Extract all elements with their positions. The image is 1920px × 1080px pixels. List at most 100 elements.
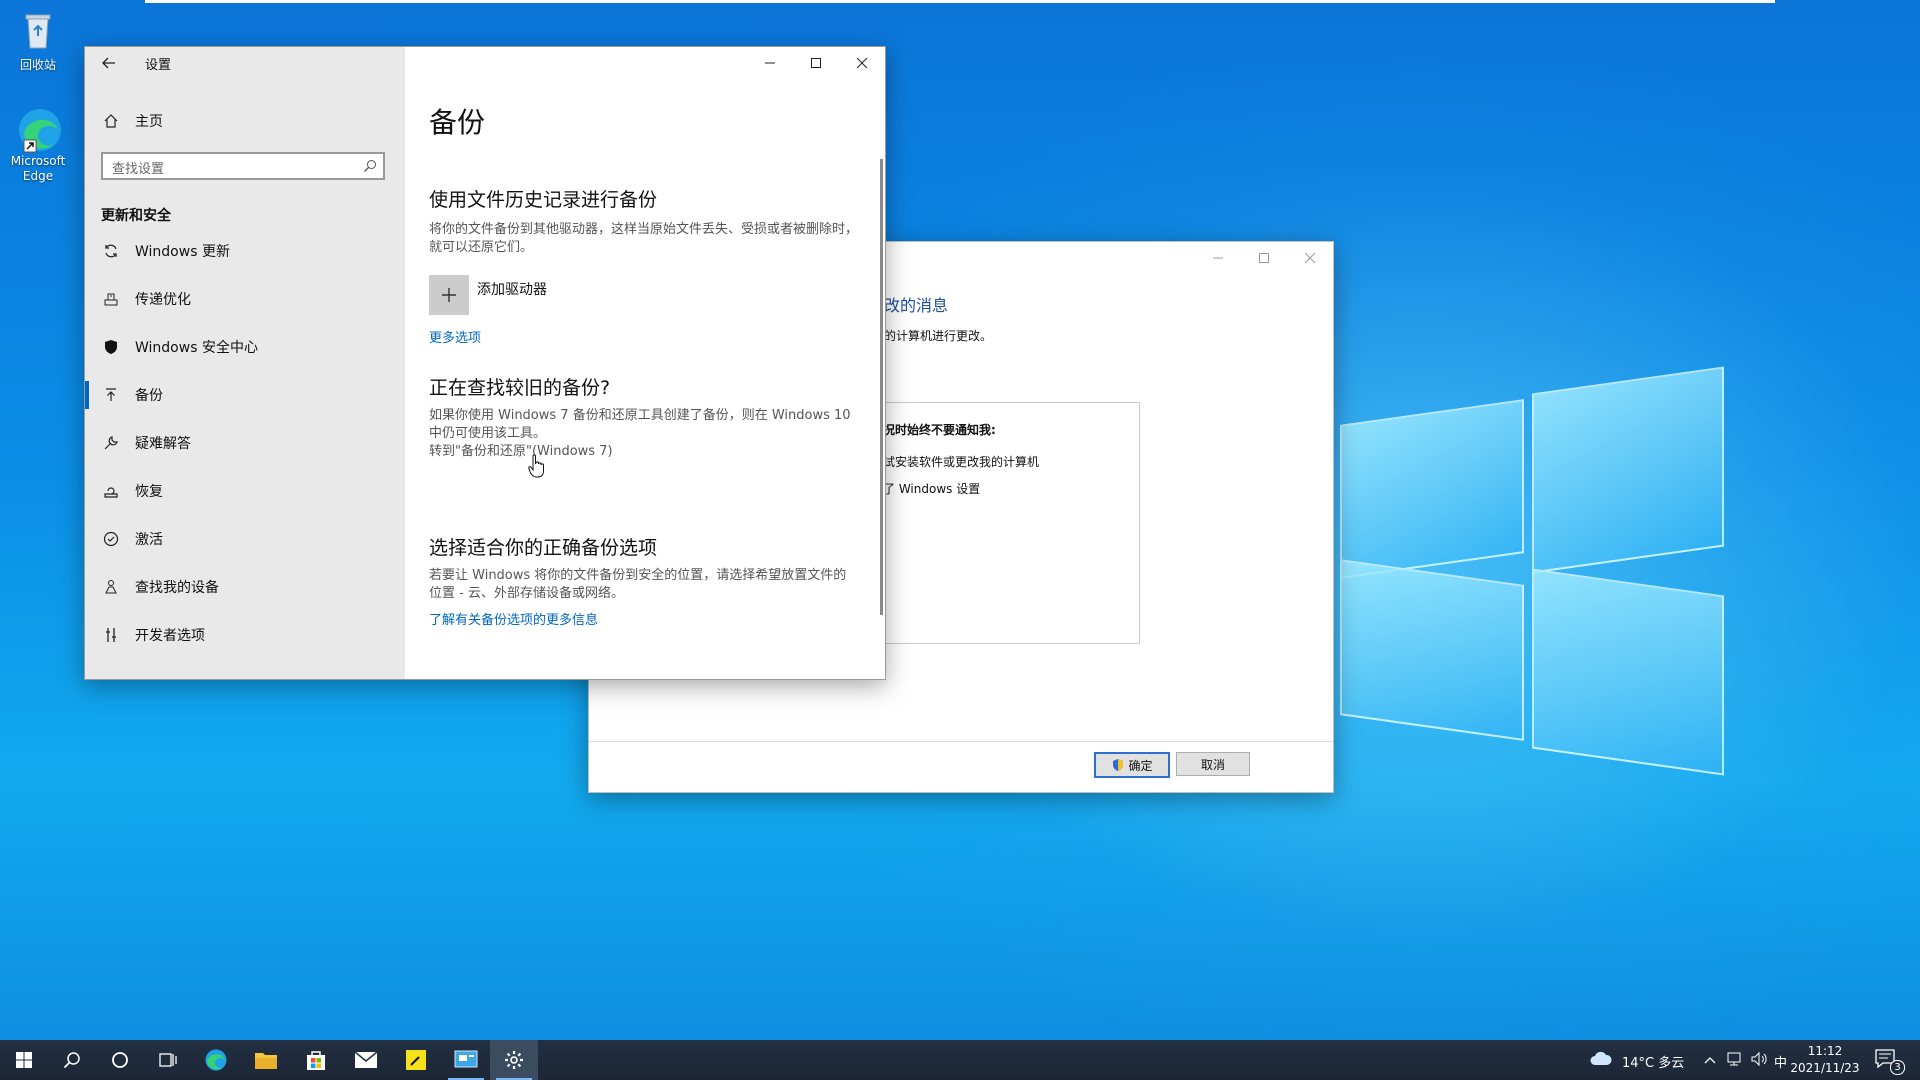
ok-button-label: 确定 <box>1128 758 1153 773</box>
store-bag-icon <box>307 1051 325 1070</box>
wrench-icon <box>101 433 121 453</box>
nav-find-my-device[interactable]: 查找我的设备 <box>85 567 405 607</box>
sync-icon <box>101 241 121 261</box>
uac-box-line: 了 Windows 设置 <box>883 482 981 496</box>
nav-home[interactable]: 主页 <box>85 101 405 141</box>
taskbar-control-panel-button[interactable] <box>442 1040 490 1080</box>
control-panel-icon <box>454 1050 478 1068</box>
taskbar-settings-button[interactable] <box>490 1040 538 1080</box>
weather-text[interactable]: 14°C 多云 <box>1622 1052 1684 1071</box>
taskbar-file-explorer-button[interactable] <box>242 1040 290 1080</box>
desktop-icon-edge[interactable]: Microsoft Edge <box>0 106 78 184</box>
nav-developer-options[interactable]: 开发者选项 <box>85 615 405 655</box>
taskbar-search-button[interactable] <box>48 1040 96 1080</box>
uac-footer: 确定 取消 <box>589 741 1333 792</box>
nav-recovery[interactable]: 恢复 <box>85 471 405 511</box>
minimize-icon <box>765 62 775 64</box>
clock-time: 11:12 <box>1807 1044 1843 1058</box>
nav-backup[interactable]: 备份 <box>85 375 405 415</box>
backup-options-description: 若要让 Windows 将你的文件备份到安全的位置，请选择希望放置文件的位置 -… <box>429 568 847 601</box>
file-history-heading: 使用文件历史记录进行备份 <box>429 189 658 211</box>
nav-windows-security[interactable]: Windows 安全中心 <box>85 327 405 367</box>
learn-more-backup-link[interactable]: 了解有关备份选项的更多信息 <box>429 609 598 628</box>
close-icon <box>856 57 868 69</box>
developer-icon <box>101 625 121 645</box>
minimize-button[interactable] <box>1195 242 1241 274</box>
back-button[interactable] <box>85 47 133 79</box>
add-drive-label[interactable]: 添加驱动器 <box>477 279 547 299</box>
close-icon <box>1304 252 1316 264</box>
clock[interactable]: 11:12 2021/11/23 <box>1790 1043 1860 1077</box>
nav-item-label: 激活 <box>135 532 163 548</box>
uac-level-description-box: 况时始终不要通知我: 试安装软件或更改我的计算机 了 Windows 设置 . <box>883 402 1140 644</box>
maximize-button[interactable] <box>793 47 839 79</box>
edge-icon <box>205 1049 227 1071</box>
settings-content-pane: 备份 使用文件历史记录进行备份 将你的文件备份到其他驱动器，这样当原始文件丢失、… <box>405 47 885 679</box>
nav-home-label: 主页 <box>135 114 163 130</box>
mail-icon <box>354 1051 378 1068</box>
settings-nav-pane: 设置 主页 查找设置 更新和安全 Windows 更新 传递优化 Windows… <box>85 47 405 679</box>
windows-start-icon <box>16 1052 32 1068</box>
page-title: 备份 <box>429 106 486 139</box>
add-drive-button[interactable] <box>429 275 469 315</box>
search-placeholder: 查找设置 <box>112 162 165 177</box>
desktop-icon-label: Microsoft Edge <box>10 154 66 183</box>
taskbar-sticky-notes-button[interactable] <box>392 1040 440 1080</box>
task-view-button[interactable] <box>144 1040 192 1080</box>
older-backup-heading: 正在查找较旧的备份? <box>429 377 611 399</box>
backup-restore-win7-link[interactable]: 转到"备份和还原"(Windows 7) <box>429 443 859 461</box>
taskbar-edge-button[interactable] <box>192 1040 240 1080</box>
desktop-icon-label: 回收站 <box>19 58 56 72</box>
hand-cursor-icon <box>528 454 546 482</box>
maximize-button[interactable] <box>1241 242 1287 274</box>
more-options-link[interactable]: 更多选项 <box>429 327 481 346</box>
nav-windows-update[interactable]: Windows 更新 <box>85 231 405 271</box>
ime-indicator[interactable]: 中 <box>1774 1052 1787 1071</box>
settings-window[interactable]: 设置 主页 查找设置 更新和安全 Windows 更新 传递优化 Windows… <box>84 46 886 680</box>
nav-item-label: 查找我的设备 <box>135 580 219 596</box>
uac-box-title: 况时始终不要通知我: <box>883 423 996 437</box>
taskbar-store-button[interactable] <box>292 1040 340 1080</box>
task-view-icon <box>159 1053 177 1067</box>
volume-icon[interactable] <box>1750 1051 1768 1071</box>
search-icon <box>363 158 377 177</box>
network-icon[interactable] <box>1726 1051 1742 1071</box>
search-input[interactable]: 查找设置 <box>101 152 385 180</box>
weather-cloud-icon[interactable] <box>1590 1050 1612 1070</box>
title-bar: 设置 <box>85 47 171 79</box>
action-center-button[interactable]: 3 <box>1874 1048 1905 1075</box>
delivery-icon <box>101 289 121 309</box>
nav-troubleshoot[interactable]: 疑难解答 <box>85 423 405 463</box>
taskbar-mail-button[interactable] <box>342 1040 390 1080</box>
minimize-icon <box>1213 257 1223 259</box>
settings-caption-buttons <box>747 47 885 79</box>
check-circle-icon <box>101 529 121 549</box>
ok-button[interactable]: 确定 <box>1094 752 1170 778</box>
recycle-bin-icon <box>16 8 60 52</box>
content-scrollbar[interactable] <box>880 159 883 615</box>
close-button[interactable] <box>839 47 885 79</box>
desktop-icon-recycle-bin[interactable]: 回收站 <box>0 8 78 73</box>
nav-item-label: 疑难解答 <box>135 436 191 452</box>
home-icon <box>101 111 121 131</box>
cancel-button[interactable]: 取消 <box>1176 752 1250 776</box>
uac-heading: 改的消息 <box>884 296 949 315</box>
nav-item-label: 恢复 <box>135 484 163 500</box>
nav-item-label: Windows 更新 <box>135 244 230 260</box>
app-title: 设置 <box>145 57 172 73</box>
close-button[interactable] <box>1287 242 1333 274</box>
nav-item-label: 开发者选项 <box>135 628 205 644</box>
minimize-button[interactable] <box>747 47 793 79</box>
upload-arrow-icon <box>101 385 121 405</box>
folder-icon <box>255 1053 277 1069</box>
cortana-button[interactable] <box>96 1040 144 1080</box>
start-button[interactable] <box>0 1040 48 1080</box>
chevron-up-icon[interactable] <box>1704 1052 1716 1071</box>
nav-item-label: Windows 安全中心 <box>135 340 258 356</box>
recovery-icon <box>101 481 121 501</box>
uac-description: 的计算机进行更改。 <box>884 329 993 343</box>
nav-item-label: 备份 <box>135 388 163 404</box>
plus-icon <box>442 288 456 302</box>
nav-delivery-optimization[interactable]: 传递优化 <box>85 279 405 319</box>
nav-activation[interactable]: 激活 <box>85 519 405 559</box>
